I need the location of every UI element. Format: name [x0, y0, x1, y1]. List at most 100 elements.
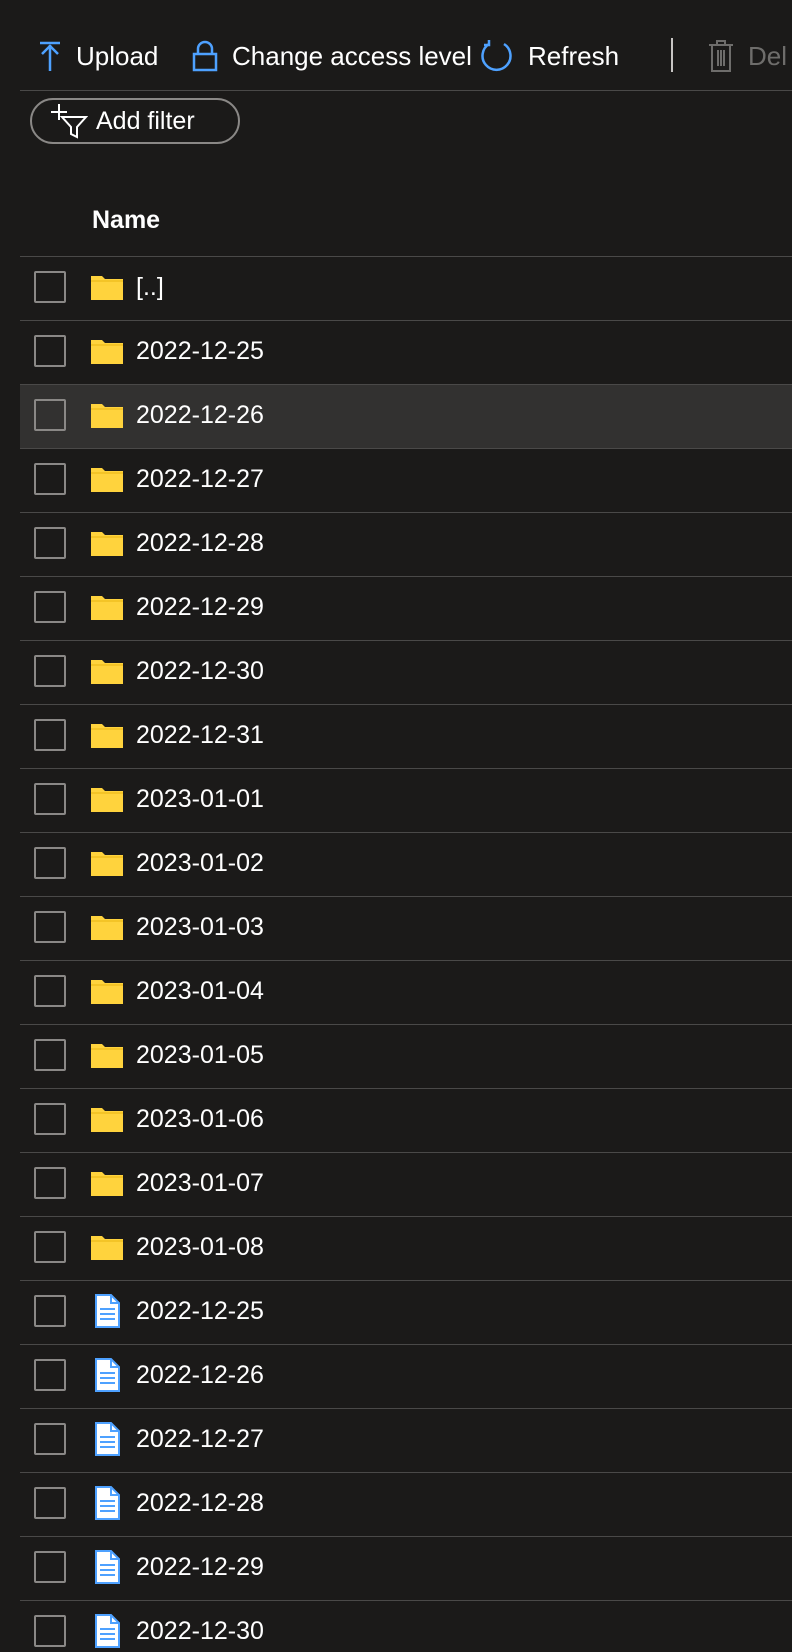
folder-icon [90, 783, 124, 815]
row-name[interactable]: 2022-12-29 [136, 1553, 264, 1582]
row-name[interactable]: 2022-12-25 [136, 1297, 264, 1326]
folder-icon [90, 271, 124, 303]
add-filter-button[interactable]: Add filter [30, 98, 240, 144]
row-name[interactable]: 2023-01-08 [136, 1233, 264, 1262]
folder-icon [90, 1231, 124, 1263]
row-checkbox[interactable] [34, 463, 66, 495]
folder-row[interactable]: 2022-12-31 [20, 705, 792, 769]
folder-row[interactable]: 2022-12-25 [20, 321, 792, 385]
file-row[interactable]: 2022-12-28 [20, 1473, 792, 1537]
folder-icon [90, 527, 124, 559]
folder-icon [90, 1167, 124, 1199]
folder-icon [90, 911, 124, 943]
folder-row[interactable]: 2023-01-01 [20, 769, 792, 833]
upload-button[interactable]: Upload [38, 36, 158, 76]
row-checkbox[interactable] [34, 1167, 66, 1199]
row-name[interactable]: 2022-12-29 [136, 593, 264, 622]
row-name[interactable]: 2022-12-27 [136, 1425, 264, 1454]
folder-icon [90, 719, 124, 751]
document-icon [90, 1550, 124, 1584]
file-row[interactable]: 2022-12-30 [20, 1601, 792, 1652]
row-name[interactable]: 2022-12-30 [136, 1617, 264, 1646]
row-name[interactable]: 2023-01-01 [136, 785, 264, 814]
folder-row[interactable]: 2023-01-02 [20, 833, 792, 897]
folder-icon [90, 1039, 124, 1071]
folder-row[interactable]: 2023-01-08 [20, 1217, 792, 1281]
folder-icon [90, 335, 124, 367]
folder-row[interactable]: [..] [20, 257, 792, 321]
row-checkbox[interactable] [34, 1231, 66, 1263]
row-name[interactable]: 2023-01-04 [136, 977, 264, 1006]
row-name[interactable]: 2022-12-26 [136, 401, 264, 430]
row-name[interactable]: 2022-12-25 [136, 337, 264, 366]
folder-row[interactable]: 2023-01-06 [20, 1089, 792, 1153]
table-header: Name [20, 190, 792, 257]
row-name[interactable]: 2022-12-27 [136, 465, 264, 494]
row-name[interactable]: 2022-12-28 [136, 1489, 264, 1518]
folder-row[interactable]: 2023-01-04 [20, 961, 792, 1025]
folder-row[interactable]: 2023-01-07 [20, 1153, 792, 1217]
document-icon [90, 1614, 124, 1648]
row-name[interactable]: [..] [136, 273, 164, 302]
row-name[interactable]: 2023-01-03 [136, 913, 264, 942]
name-column-header[interactable]: Name [92, 206, 160, 235]
row-checkbox[interactable] [34, 1295, 66, 1327]
row-checkbox[interactable] [34, 719, 66, 751]
file-row[interactable]: 2022-12-29 [20, 1537, 792, 1601]
folder-row[interactable]: 2023-01-05 [20, 1025, 792, 1089]
row-checkbox[interactable] [34, 399, 66, 431]
row-checkbox[interactable] [34, 527, 66, 559]
refresh-icon [480, 39, 514, 73]
row-checkbox[interactable] [34, 271, 66, 303]
folder-row[interactable]: 2022-12-26 [20, 385, 792, 449]
file-row[interactable]: 2022-12-26 [20, 1345, 792, 1409]
row-name[interactable]: 2022-12-28 [136, 529, 264, 558]
trash-icon [708, 40, 734, 72]
document-icon [90, 1422, 124, 1456]
upload-arrow-icon [38, 40, 62, 72]
row-checkbox[interactable] [34, 1615, 66, 1647]
row-name[interactable]: 2023-01-06 [136, 1105, 264, 1134]
row-name[interactable]: 2022-12-26 [136, 1361, 264, 1390]
row-checkbox[interactable] [34, 655, 66, 687]
row-checkbox[interactable] [34, 335, 66, 367]
row-name[interactable]: 2023-01-07 [136, 1169, 264, 1198]
row-checkbox[interactable] [34, 1487, 66, 1519]
lock-icon [192, 40, 218, 72]
folder-row[interactable]: 2023-01-03 [20, 897, 792, 961]
row-checkbox[interactable] [34, 1359, 66, 1391]
file-row[interactable]: 2022-12-25 [20, 1281, 792, 1345]
folder-icon [90, 591, 124, 623]
folder-icon [90, 1103, 124, 1135]
folder-row[interactable]: 2022-12-28 [20, 513, 792, 577]
row-checkbox[interactable] [34, 591, 66, 623]
row-name[interactable]: 2022-12-31 [136, 721, 264, 750]
delete-button[interactable]: Del [708, 36, 787, 76]
row-name[interactable]: 2023-01-02 [136, 849, 264, 878]
row-checkbox[interactable] [34, 1103, 66, 1135]
folder-icon [90, 975, 124, 1007]
row-name[interactable]: 2023-01-05 [136, 1041, 264, 1070]
file-list: Name [..] 2022-12-25 2022-12-26 2022-12-27 2… [20, 190, 792, 1652]
file-list-rows: [..] 2022-12-25 2022-12-26 2022-12-27 2022-1… [20, 257, 792, 1652]
document-icon [90, 1486, 124, 1520]
folder-row[interactable]: 2022-12-29 [20, 577, 792, 641]
row-checkbox[interactable] [34, 1039, 66, 1071]
row-checkbox[interactable] [34, 1551, 66, 1583]
row-checkbox[interactable] [34, 975, 66, 1007]
row-checkbox[interactable] [34, 783, 66, 815]
folder-icon [90, 463, 124, 495]
row-checkbox[interactable] [34, 911, 66, 943]
add-filter-label: Add filter [96, 106, 195, 135]
folder-row[interactable]: 2022-12-27 [20, 449, 792, 513]
refresh-button[interactable]: Refresh [480, 36, 619, 76]
change-access-level-button[interactable]: Change access level [192, 36, 472, 76]
command-bar: Upload Change access level Refresh Del [20, 0, 792, 91]
row-name[interactable]: 2022-12-30 [136, 657, 264, 686]
row-checkbox[interactable] [34, 1423, 66, 1455]
row-checkbox[interactable] [34, 847, 66, 879]
document-icon [90, 1294, 124, 1328]
change-access-level-label: Change access level [232, 40, 472, 71]
file-row[interactable]: 2022-12-27 [20, 1409, 792, 1473]
folder-row[interactable]: 2022-12-30 [20, 641, 792, 705]
